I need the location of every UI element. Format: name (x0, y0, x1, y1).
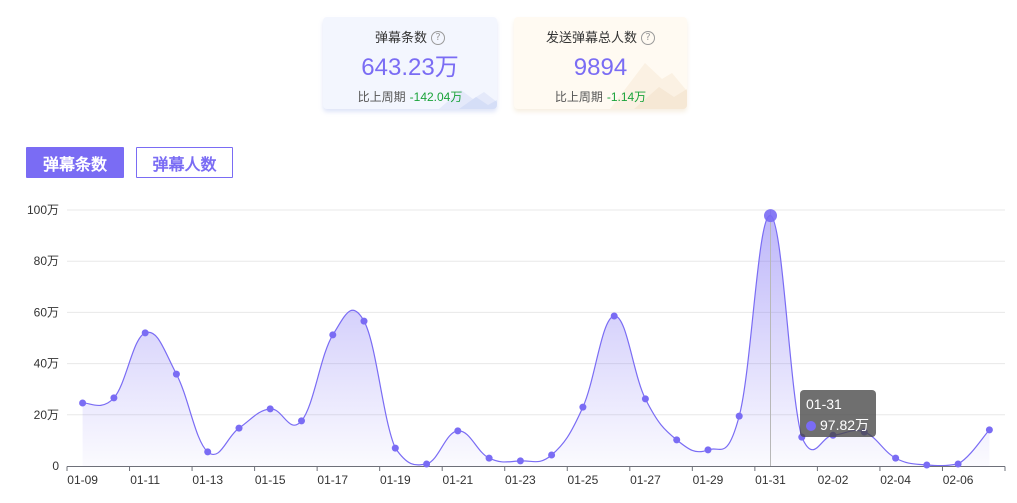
x-tick-label: 01-31 (755, 473, 786, 487)
x-tick-label: 01-23 (505, 473, 536, 487)
tooltip-date: 01-31 (806, 396, 842, 412)
x-tick-label: 01-27 (630, 473, 661, 487)
y-tick-label: 0 (52, 459, 59, 473)
stat-title: 发送弹幕总人数 (545, 30, 637, 45)
data-point[interactable] (79, 399, 87, 407)
y-tick-label: 40万 (34, 357, 59, 371)
danmaku-analytics-panel: 0 20万 40万 60万 80万 100万 01-09 01-11 01-13 01-15 01-… (0, 0, 1017, 503)
tab-danmaku-users[interactable]: 弹幕人数 (136, 147, 233, 178)
compare-value: -142.04万 (409, 90, 463, 104)
x-tick-label: 01-15 (255, 473, 286, 487)
data-point[interactable] (485, 454, 493, 462)
data-point[interactable] (641, 395, 649, 403)
data-point[interactable] (735, 412, 743, 420)
data-point[interactable] (454, 427, 462, 435)
x-tick-label: 01-13 (192, 473, 223, 487)
data-point[interactable] (298, 417, 305, 425)
tab-danmaku-count[interactable]: 弹幕条数 (26, 147, 124, 178)
stat-compare: 比上周期 -1.14万 (514, 89, 687, 105)
y-tick-label: 60万 (34, 305, 59, 319)
x-tick-label: 02-04 (880, 473, 911, 487)
stat-title-row: 弹幕条数 (323, 30, 497, 46)
data-point[interactable] (985, 426, 993, 434)
data-point[interactable] (579, 403, 587, 411)
tooltip-row: 97.82万 (806, 415, 870, 436)
data-point[interactable] (141, 329, 149, 337)
tooltip-value: 97.82万 (820, 417, 870, 433)
data-point[interactable] (423, 460, 431, 468)
x-tick-label: 01-25 (568, 473, 599, 487)
data-point[interactable] (610, 312, 618, 320)
data-point-active[interactable] (764, 209, 777, 223)
question-circle-icon[interactable] (431, 31, 445, 45)
data-point[interactable] (391, 444, 399, 452)
series-marker-dot (806, 420, 816, 431)
y-tick-label: 80万 (34, 254, 59, 268)
x-tick-label: 01-09 (67, 473, 98, 487)
data-point[interactable] (923, 461, 931, 469)
y-tick-label: 20万 (34, 408, 59, 422)
data-point[interactable] (548, 451, 556, 459)
stat-value: 9894 (573, 54, 628, 81)
data-point[interactable] (516, 457, 524, 465)
data-point[interactable] (892, 454, 900, 462)
stat-card-danmaku-count: 弹幕条数 643.23万 比上周期-142.04万 (323, 17, 497, 109)
stat-compare: 比上周期 -142.04万 (323, 89, 497, 105)
data-point[interactable] (266, 405, 274, 413)
compare-label: 比上周期 (554, 90, 603, 104)
data-point[interactable] (172, 370, 180, 378)
x-tick-label: 02-02 (818, 473, 849, 487)
x-tick-label: 01-29 (693, 473, 724, 487)
x-tick-label: 01-21 (442, 473, 473, 487)
stat-value: 643.23万 (361, 54, 459, 81)
data-point[interactable] (954, 460, 962, 468)
compare-value: -1.14万 (606, 90, 647, 104)
data-point[interactable] (235, 424, 243, 432)
data-point[interactable] (360, 317, 368, 325)
x-tick-label: 02-06 (943, 473, 974, 487)
stat-title-row: 发送弹幕总人数 (514, 30, 687, 46)
data-point[interactable] (673, 436, 681, 444)
data-point[interactable] (110, 394, 118, 402)
y-tick-label: 100万 (27, 203, 59, 217)
data-point[interactable] (204, 448, 212, 456)
stat-card-danmaku-senders: 发送弹幕总人数 9894 比上周期-1.14万 (514, 17, 687, 109)
x-tick-label: 01-11 (130, 473, 160, 487)
data-point[interactable] (704, 446, 712, 454)
data-point[interactable] (329, 331, 337, 339)
x-tick-label: 01-19 (380, 473, 411, 487)
x-tick-label: 01-17 (317, 473, 348, 487)
question-circle-icon[interactable] (641, 31, 655, 45)
stat-title: 弹幕条数 (374, 30, 427, 45)
chart-tooltip: 01-31 97.82万 (800, 390, 876, 437)
compare-label: 比上周期 (357, 90, 406, 104)
